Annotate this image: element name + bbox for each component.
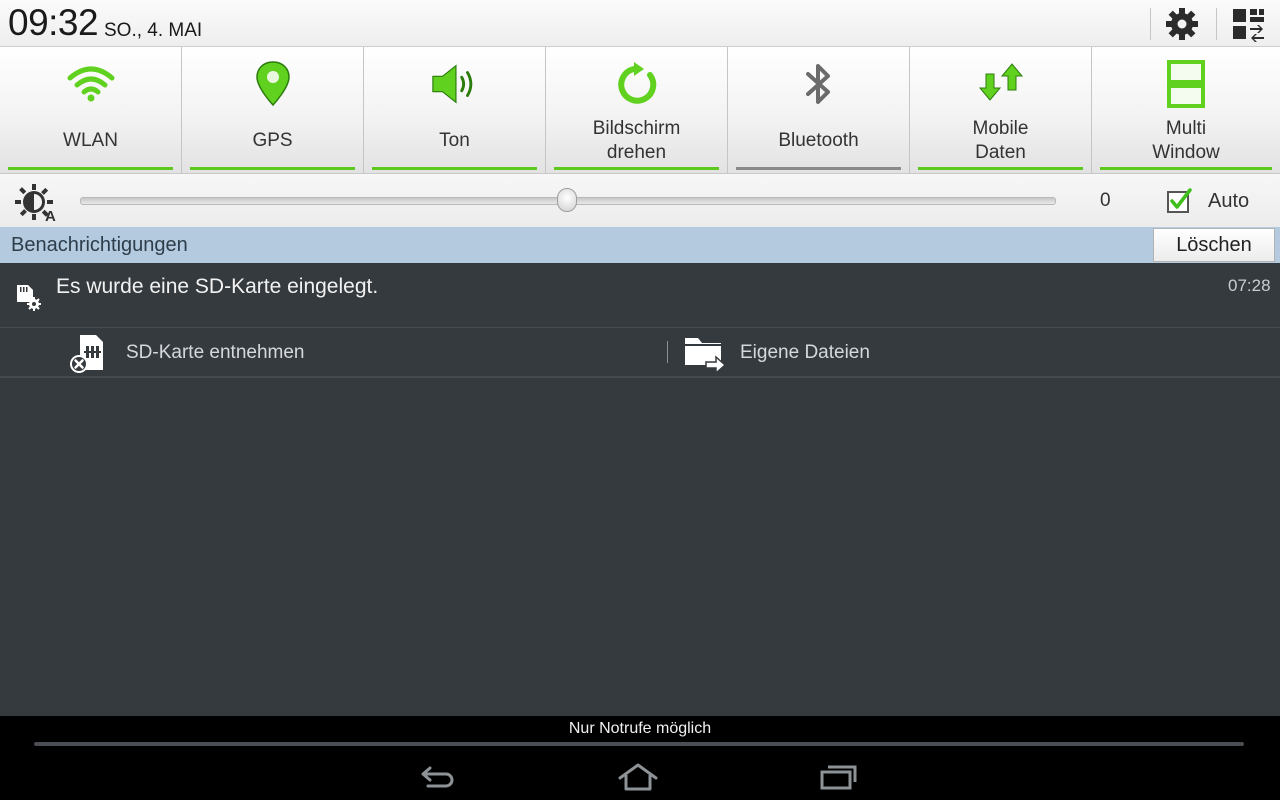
brightness-row: A 0 Auto: [0, 174, 1280, 227]
notification-text: Es wurde eine SD-Karte eingelegt.: [56, 275, 379, 298]
eject-sd-card-action[interactable]: SD-Karte entnehmen: [68, 329, 305, 377]
notification-divider: [0, 327, 1280, 328]
recent-apps-button[interactable]: [814, 760, 862, 794]
brightness-auto-icon: A: [15, 184, 56, 222]
toggle-bluetooth[interactable]: Bluetooth: [728, 47, 910, 173]
header-divider: [1216, 8, 1217, 40]
rotate-icon: [617, 62, 656, 104]
toggle-state-bar: [190, 167, 355, 170]
notification-time: 07:28: [1228, 276, 1271, 295]
toggle-label: WLAN: [63, 130, 118, 151]
toggle-state-bar: [8, 167, 173, 170]
location-pin-icon: [255, 61, 290, 107]
brightness-value: 0: [1100, 190, 1111, 211]
toggle-label: Bluetooth: [778, 130, 859, 151]
toggle-rotate[interactable]: Bildschirm drehen: [546, 47, 728, 173]
back-button[interactable]: [414, 760, 462, 794]
bottom-bar: Nur Notrufe möglich: [0, 716, 1280, 800]
grid-edit-icon: [1233, 9, 1264, 42]
toggle-state-bar: [372, 167, 537, 170]
settings-button[interactable]: [1162, 4, 1202, 44]
toggle-sound[interactable]: Ton: [364, 47, 546, 173]
toggle-label: Mobile Daten: [972, 118, 1029, 163]
toggle-wlan[interactable]: WLAN: [0, 47, 182, 173]
action-divider: [667, 341, 668, 363]
header-divider: [1150, 8, 1151, 40]
toggle-state-bar: [736, 167, 901, 170]
status-header: 09:32 SO., 4. MAI: [0, 0, 1280, 47]
notification-sd-card[interactable]: Es wurde eine SD-Karte eingelegt. 07:28 …: [0, 263, 1280, 378]
brightness-slider-thumb[interactable]: [557, 188, 577, 212]
toggle-state-bar: [554, 167, 719, 170]
my-files-action[interactable]: Eigene Dateien: [684, 329, 870, 377]
notifications-header: Benachrichtigungen Löschen: [0, 227, 1280, 263]
sd-card-remove-icon: [70, 335, 103, 373]
bluetooth-icon: [805, 64, 830, 104]
toggle-gps[interactable]: GPS: [182, 47, 364, 173]
toggle-label: Bildschirm drehen: [592, 118, 681, 163]
sd-card-settings-icon: [17, 285, 41, 311]
auto-brightness-checkbox[interactable]: [1166, 188, 1192, 214]
notifications-title: Benachrichtigungen: [11, 234, 188, 256]
clock: 09:32: [8, 2, 99, 43]
my-files-label: Eigene Dateien: [740, 342, 870, 363]
date: SO., 4. MAI: [104, 20, 203, 41]
folder-open-icon: [685, 338, 726, 374]
auto-brightness-label[interactable]: Auto: [1208, 190, 1249, 213]
toggle-state-bar: [1100, 167, 1272, 170]
edit-toggles-button[interactable]: [1228, 4, 1268, 44]
notification-empty-area: [0, 378, 1280, 716]
panel-drag-handle[interactable]: [34, 742, 1244, 746]
recent-apps-icon: [820, 765, 857, 790]
clear-notifications-button[interactable]: Löschen: [1153, 228, 1275, 262]
eject-sd-card-label: SD-Karte entnehmen: [126, 342, 305, 363]
toggle-label: Ton: [439, 130, 470, 151]
home-icon: [618, 763, 658, 791]
home-button[interactable]: [614, 760, 662, 794]
toggle-multi-window[interactable]: Multi Window: [1092, 47, 1280, 173]
toggle-label: Multi Window: [1152, 118, 1220, 163]
multi-window-icon: [1167, 60, 1205, 108]
gear-icon: [1166, 8, 1198, 40]
back-icon: [421, 766, 454, 788]
quick-settings-toggles: WLAN GPS Ton Bildschirm drehen Bluetooth…: [0, 47, 1280, 174]
wifi-icon: [67, 66, 114, 102]
toggle-label: GPS: [252, 130, 293, 151]
emergency-calls-text: Nur Notrufe möglich: [568, 720, 712, 737]
svg-text:A: A: [45, 208, 56, 222]
mobile-data-icon: [978, 63, 1023, 101]
toggle-state-bar: [918, 167, 1083, 170]
speaker-icon: [431, 64, 472, 104]
toggle-mobile-data[interactable]: Mobile Daten: [910, 47, 1092, 173]
